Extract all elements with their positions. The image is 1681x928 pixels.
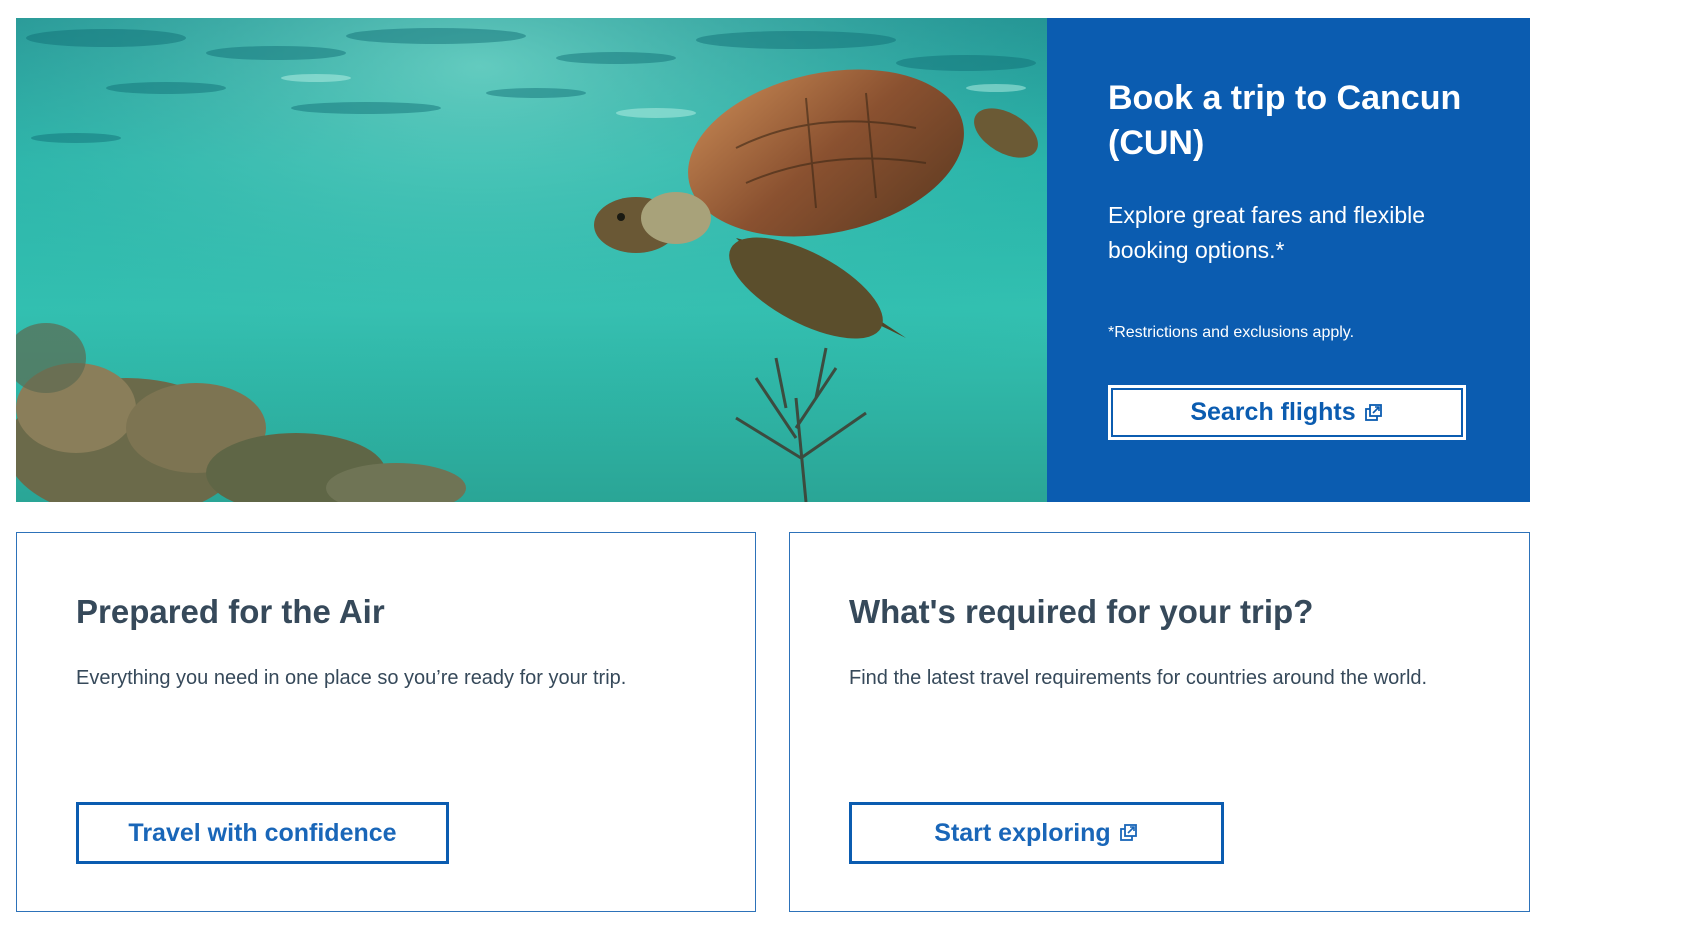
start-exploring-button[interactable]: Start exploring — [849, 802, 1224, 864]
hero-image — [16, 18, 1047, 502]
search-flights-label: Search flights — [1190, 398, 1356, 426]
start-exploring-label: Start exploring — [934, 818, 1111, 847]
card-title: What's required for your trip? — [849, 593, 1314, 630]
card-description: Everything you need in one place so you’… — [76, 667, 627, 689]
card-travel-requirements: What's required for your trip? Find the … — [789, 532, 1530, 912]
restrictions-note: *Restrictions and exclusions apply. — [1108, 324, 1355, 341]
hero-subtitle: Explore great fares and flexible booking… — [1108, 202, 1426, 263]
card-title: Prepared for the Air — [76, 593, 385, 630]
travel-with-confidence-button[interactable]: Travel with confidence — [76, 802, 449, 864]
external-link-icon — [1119, 824, 1137, 841]
search-flights-button[interactable]: Search flights — [1108, 385, 1466, 440]
card-description: Find the latest travel requirements for … — [849, 667, 1428, 689]
external-link-icon — [1364, 403, 1382, 421]
card-prepared-for-the-air: Prepared for the Air Everything you need… — [16, 532, 756, 912]
sea-turtle-image — [16, 18, 1047, 502]
travel-with-confidence-label: Travel with confidence — [128, 818, 397, 847]
hero-promo-panel: Book a trip to Cancun (CUN) Explore grea… — [1047, 18, 1530, 502]
hero-title: Book a trip to Cancun (CUN) — [1108, 79, 1462, 162]
hero-banner: Book a trip to Cancun (CUN) Explore grea… — [16, 18, 1530, 502]
